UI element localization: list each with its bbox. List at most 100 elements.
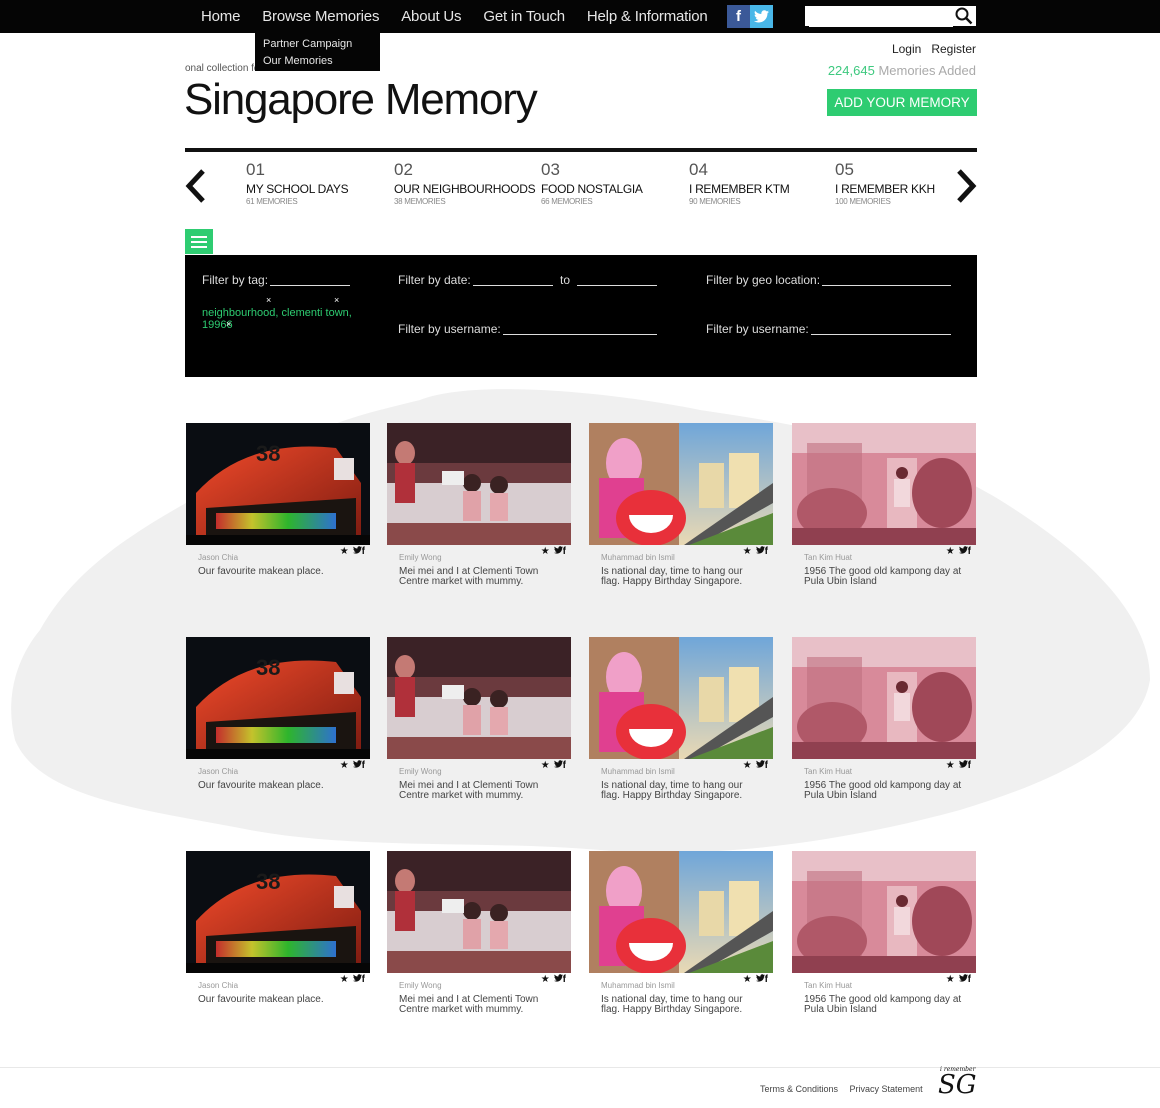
search-input[interactable] (809, 7, 953, 27)
nav-browse-memories[interactable]: Browse Memories (262, 8, 379, 25)
star-icon[interactable]: ★ (743, 974, 756, 985)
register-link[interactable]: Register (931, 42, 976, 56)
memory-card[interactable]: Tan Kim Huat ★ f 1956 The good old kampong … (792, 851, 976, 1015)
filter-date-to-input[interactable] (577, 285, 657, 286)
star-icon[interactable]: ★ (541, 974, 554, 985)
nav-help-information[interactable]: Help & Information (587, 8, 708, 25)
share-icons[interactable]: ★ f (946, 974, 975, 985)
twitter-share-icon[interactable] (352, 546, 362, 557)
twitter-icon[interactable] (750, 5, 773, 28)
remove-tag-icon[interactable]: × (334, 295, 339, 305)
filter-username-input[interactable] (503, 334, 657, 335)
privacy-link[interactable]: Privacy Statement (850, 1084, 923, 1094)
share-icons[interactable]: ★ f (743, 546, 772, 557)
share-icons[interactable]: ★ f (340, 974, 369, 985)
facebook-share-icon[interactable]: f (968, 760, 975, 771)
memory-author[interactable]: Tan Kim Huat (804, 767, 852, 776)
filter-date-from-input[interactable] (473, 285, 553, 286)
memory-photo[interactable] (792, 423, 976, 545)
facebook-share-icon[interactable]: f (968, 546, 975, 557)
twitter-share-icon[interactable] (755, 974, 765, 985)
memory-author[interactable]: Emily Wong (399, 767, 442, 776)
memory-card[interactable]: Emily Wong ★ f Mei mei and I at Clementi To… (387, 423, 571, 587)
category-our-neighbourhoods[interactable]: 02 OUR NEIGHBOURHOODS 38 MEMORIES (394, 160, 536, 206)
star-icon[interactable]: ★ (743, 760, 756, 771)
star-icon[interactable]: ★ (541, 760, 554, 771)
memory-card[interactable]: 38 Jason Chia ★ f Our favourite makean place… (186, 423, 370, 577)
terms-link[interactable]: Terms & Conditions (760, 1084, 838, 1094)
dropdown-item-our-memories[interactable]: Our Memories (255, 53, 380, 70)
facebook-share-icon[interactable]: f (765, 546, 772, 557)
memory-photo[interactable] (387, 423, 571, 545)
share-icons[interactable]: ★ f (541, 760, 570, 771)
share-icons[interactable]: ★ f (946, 760, 975, 771)
facebook-share-icon[interactable]: f (765, 974, 772, 985)
star-icon[interactable]: ★ (946, 546, 959, 557)
site-title[interactable]: Singapore Memory (184, 75, 538, 125)
twitter-share-icon[interactable] (553, 760, 563, 771)
star-icon[interactable]: ★ (946, 760, 959, 771)
memory-photo[interactable]: 38 (186, 637, 370, 759)
twitter-share-icon[interactable] (553, 974, 563, 985)
nav-about-us[interactable]: About Us (401, 8, 461, 25)
search-icon[interactable] (955, 7, 973, 25)
memory-author[interactable]: Jason Chia (198, 767, 238, 776)
carousel-next-arrow-icon[interactable] (953, 168, 979, 204)
memory-card[interactable]: Muhammad bin Ismil ★ f Is national day, tim… (589, 637, 773, 801)
memory-card[interactable]: Tan Kim Huat ★ f 1956 The good old kampong … (792, 423, 976, 587)
nav-home[interactable]: Home (201, 8, 240, 25)
memory-author[interactable]: Muhammad bin Ismil (601, 767, 675, 776)
star-icon[interactable]: ★ (340, 974, 353, 985)
login-link[interactable]: Login (892, 42, 921, 56)
hamburger-menu-icon[interactable] (185, 229, 213, 254)
category-i-remember-kkh[interactable]: 05 I REMEMBER KKH 100 MEMORIES (835, 160, 935, 206)
memory-card[interactable]: Muhammad bin Ismil ★ f Is national day, tim… (589, 851, 773, 1015)
remove-tag-icon[interactable]: × (226, 319, 231, 329)
twitter-share-icon[interactable] (755, 546, 765, 557)
twitter-share-icon[interactable] (755, 760, 765, 771)
facebook-share-icon[interactable]: f (968, 974, 975, 985)
memory-author[interactable]: Muhammad bin Ismil (601, 981, 675, 990)
facebook-share-icon[interactable]: f (362, 974, 369, 985)
category-food-nostalgia[interactable]: 03 FOOD NOSTALGIA 66 MEMORIES (541, 160, 643, 206)
category-my-school-days[interactable]: 01 MY SCHOOL DAYS 61 MEMORIES (246, 160, 349, 206)
memory-card[interactable]: 38 Jason Chia ★ f Our favourite makean place… (186, 637, 370, 791)
memory-photo[interactable]: 38 (186, 423, 370, 545)
facebook-share-icon[interactable]: f (362, 760, 369, 771)
memory-photo[interactable]: 38 (186, 851, 370, 973)
memory-card[interactable]: 38 Jason Chia ★ f Our favourite makean place… (186, 851, 370, 1005)
star-icon[interactable]: ★ (340, 546, 353, 557)
memory-author[interactable]: Muhammad bin Ismil (601, 553, 675, 562)
memory-photo[interactable] (589, 637, 773, 759)
memory-author[interactable]: Tan Kim Huat (804, 981, 852, 990)
memory-author[interactable]: Emily Wong (399, 981, 442, 990)
memory-photo[interactable] (387, 851, 571, 973)
facebook-share-icon[interactable]: f (765, 760, 772, 771)
facebook-icon[interactable]: f (727, 5, 750, 28)
facebook-share-icon[interactable]: f (563, 546, 570, 557)
memory-author[interactable]: Jason Chia (198, 553, 238, 562)
filter-geo-input[interactable] (822, 285, 951, 286)
add-memory-button[interactable]: ADD YOUR MEMORY (827, 89, 977, 116)
share-icons[interactable]: ★ f (340, 760, 369, 771)
memory-photo[interactable] (387, 637, 571, 759)
share-icons[interactable]: ★ f (541, 974, 570, 985)
share-icons[interactable]: ★ f (340, 546, 369, 557)
star-icon[interactable]: ★ (340, 760, 353, 771)
memory-photo[interactable] (589, 423, 773, 545)
filter-username-input-2[interactable] (811, 334, 951, 335)
memory-author[interactable]: Emily Wong (399, 553, 442, 562)
memory-photo[interactable] (589, 851, 773, 973)
facebook-share-icon[interactable]: f (563, 974, 570, 985)
memory-author[interactable]: Jason Chia (198, 981, 238, 990)
memory-card[interactable]: Emily Wong ★ f Mei mei and I at Clementi To… (387, 637, 571, 801)
memory-author[interactable]: Tan Kim Huat (804, 553, 852, 562)
star-icon[interactable]: ★ (946, 974, 959, 985)
facebook-share-icon[interactable]: f (362, 546, 369, 557)
memory-photo[interactable] (792, 851, 976, 973)
twitter-share-icon[interactable] (352, 974, 362, 985)
filter-tag-input[interactable] (270, 285, 350, 286)
share-icons[interactable]: ★ f (743, 760, 772, 771)
share-icons[interactable]: ★ f (946, 546, 975, 557)
dropdown-item-partner-campaign[interactable]: Partner Campaign (255, 36, 380, 53)
